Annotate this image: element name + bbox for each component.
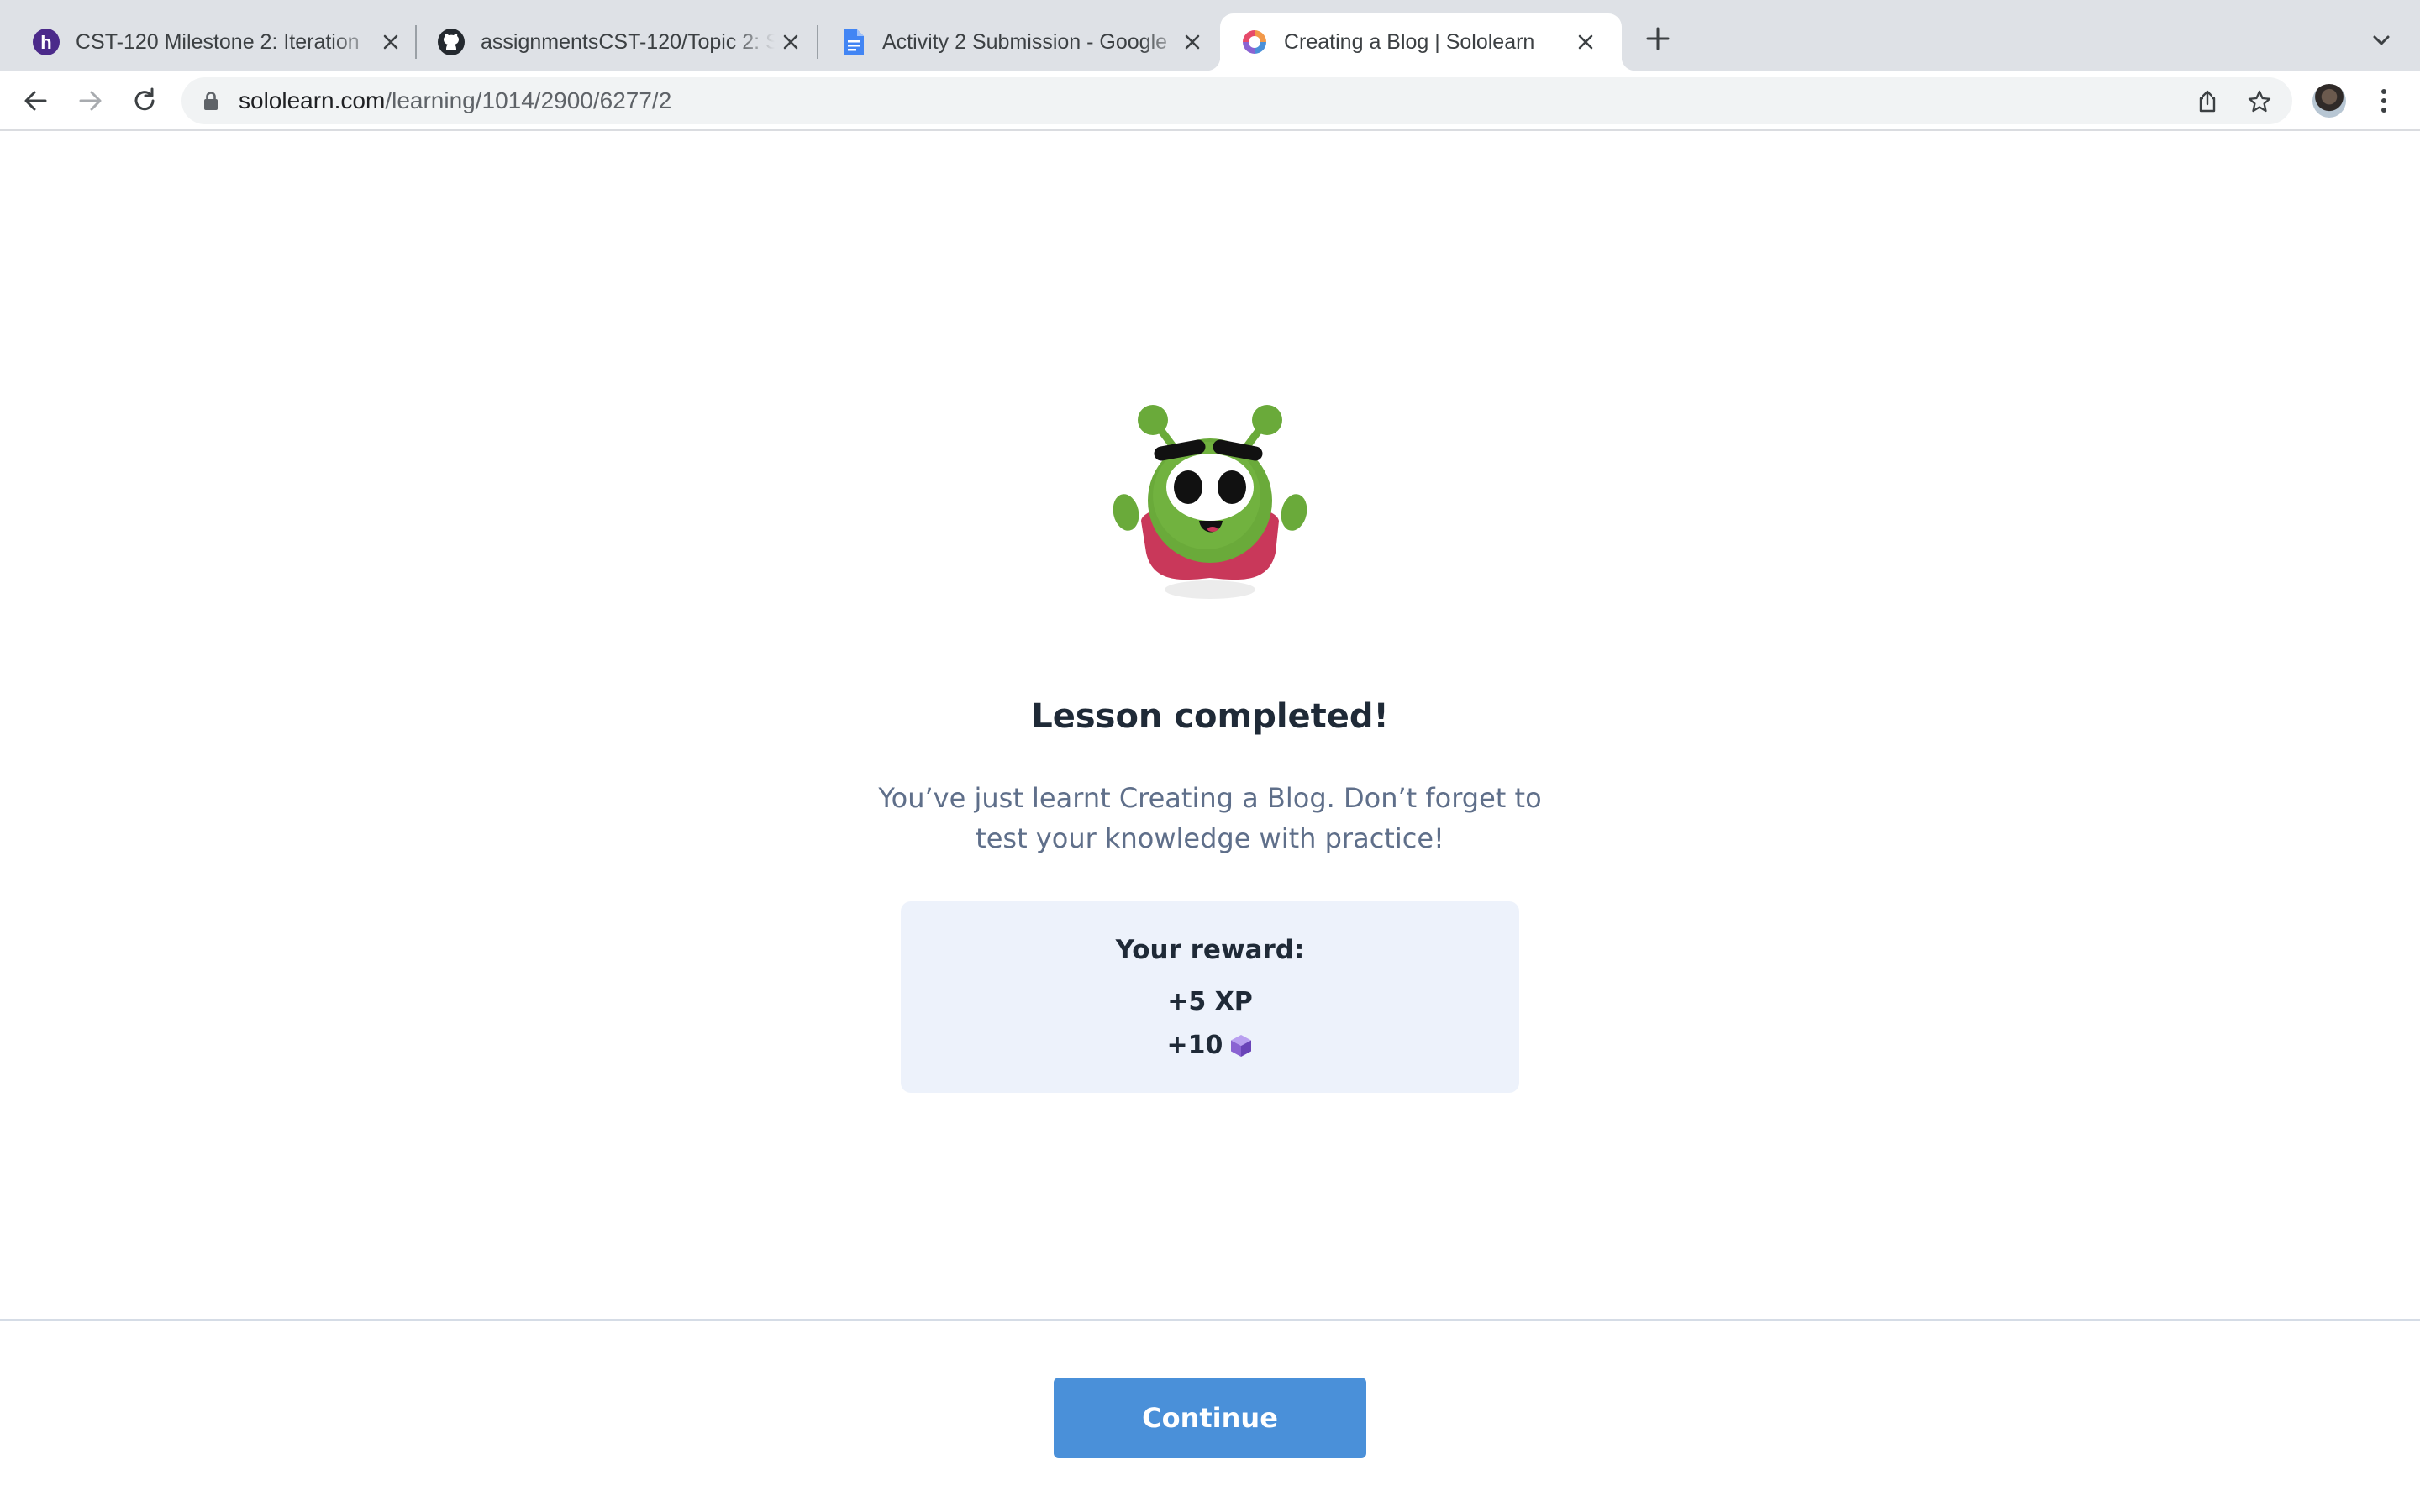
new-tab-plus-icon[interactable] — [1643, 24, 1673, 54]
tab-title: CST-120 Milestone 2: Iteration — [76, 30, 360, 54]
tab-title: Activity 2 Submission - Google — [882, 30, 1168, 54]
lesson-completed-message: You’ve just learnt Creating a Blog. Don’… — [878, 782, 1542, 854]
footer-divider — [0, 1319, 2420, 1321]
reward-xp: +5 XP — [1167, 987, 1253, 1016]
url-domain: sololearn.com — [239, 87, 386, 113]
address-bar[interactable]: sololearn.com/learning/1014/2900/6277/2 — [182, 77, 2292, 124]
back-arrow-icon[interactable] — [20, 86, 50, 116]
close-tab-icon[interactable] — [780, 31, 802, 53]
close-tab-icon[interactable] — [1575, 31, 1597, 53]
sololearn-icon — [1243, 30, 1266, 54]
reward-title: Your reward: — [1115, 935, 1305, 965]
tab-title: assignmentsCST-120/Topic 2: S — [481, 30, 775, 54]
svg-text:h: h — [40, 32, 51, 53]
halo-icon: h — [33, 29, 60, 55]
tab-cst120-milestone[interactable]: h CST-120 Milestone 2: Iteration — [12, 13, 415, 71]
lesson-completed-heading: Lesson completed! — [1031, 697, 1389, 736]
url-text: sololearn.com/learning/1014/2900/6277/2 — [239, 77, 671, 124]
close-tab-icon[interactable] — [1181, 31, 1203, 53]
tab-search-chevron-icon[interactable] — [2370, 29, 2393, 52]
github-icon — [438, 29, 465, 55]
lock-icon[interactable] — [202, 91, 220, 111]
browser-toolbar: sololearn.com/learning/1014/2900/6277/2 — [0, 71, 2420, 131]
google-docs-icon — [844, 29, 864, 55]
bookmark-star-icon[interactable] — [2247, 89, 2272, 114]
more-menu-icon[interactable] — [2371, 86, 2396, 116]
reload-icon[interactable] — [129, 86, 160, 116]
browser-tab-strip: h CST-120 Milestone 2: Iteration assignm… — [0, 0, 2420, 71]
tab-activity2-google-docs[interactable]: Activity 2 Submission - Google — [818, 13, 1218, 71]
reward-gems-row: +10 — [901, 1031, 1519, 1060]
tab-title: Creating a Blog | Sololearn — [1284, 30, 1535, 54]
tab-creating-a-blog-sololearn[interactable]: Creating a Blog | Sololearn — [1207, 13, 1635, 71]
profile-avatar[interactable] — [2312, 84, 2346, 118]
reward-card: Your reward: +5 XP +10 — [901, 901, 1519, 1093]
reward-gems-value: +10 — [1166, 1031, 1223, 1060]
share-icon[interactable] — [2195, 89, 2220, 114]
tab-github-assignments[interactable]: assignmentsCST-120/Topic 2: S — [417, 13, 818, 71]
close-tab-icon[interactable] — [380, 31, 402, 53]
mascot-illustration — [1113, 405, 1307, 599]
forward-arrow-icon[interactable] — [76, 86, 106, 116]
gem-cube-icon — [1231, 1034, 1252, 1057]
continue-button[interactable]: Continue — [1054, 1378, 1366, 1458]
url-path: /learning/1014/2900/6277/2 — [385, 87, 672, 113]
